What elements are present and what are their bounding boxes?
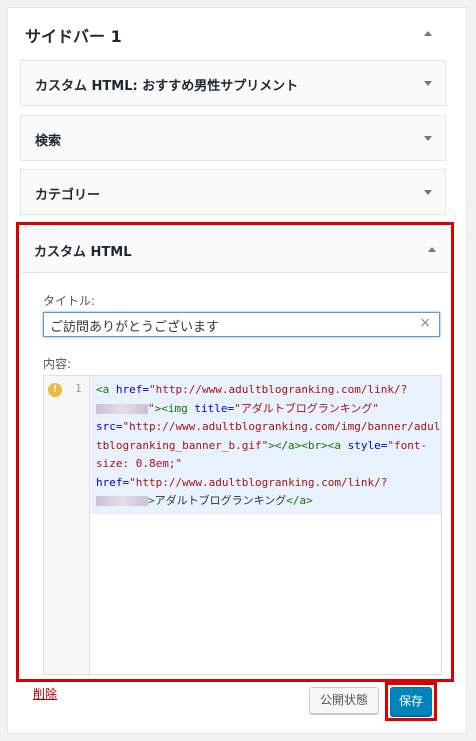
widget-custom-html-supplement[interactable]: カスタム HTML: おすすめ男性サプリメント (20, 60, 446, 106)
save-button-highlight: 保存 (385, 682, 437, 721)
widget-title: カスタム HTML: おすすめ男性サプリメント (35, 79, 299, 94)
collapse-arrow-icon[interactable] (424, 31, 432, 36)
content-label: 内容: (43, 357, 72, 371)
editor-gutter: ! 1 (44, 376, 90, 674)
collapse-arrow-icon[interactable] (428, 247, 436, 252)
sidebar-title: サイドバー 1 (25, 27, 122, 46)
expand-arrow-icon[interactable] (424, 190, 432, 195)
line-number: 1 (75, 382, 82, 395)
save-button[interactable]: 保存 (390, 687, 432, 716)
widget-title: 検索 (35, 134, 62, 149)
expand-arrow-icon[interactable] (424, 81, 432, 86)
widget-title: カスタム HTML (34, 245, 132, 260)
sidebar-panel: サイドバー 1 カスタム HTML: おすすめ男性サプリメント 検索 カテゴリー… (7, 7, 467, 734)
delete-link[interactable]: 削除 (33, 685, 57, 702)
redacted-block (96, 403, 148, 414)
title-input[interactable]: ご訪問ありがとうございます × (43, 312, 440, 337)
widget-custom-html-open: カスタム HTML タイトル: ご訪問ありがとうございます × 内容: ! 1 … (16, 222, 454, 682)
clear-icon[interactable]: × (419, 315, 431, 331)
sidebar-header[interactable]: サイドバー 1 (8, 8, 466, 60)
widget-header[interactable]: カスタム HTML (21, 227, 449, 273)
redacted-block (96, 496, 148, 506)
publish-status-button[interactable]: 公開状態 (309, 687, 379, 714)
expand-arrow-icon[interactable] (424, 136, 432, 141)
title-label: タイトル: (43, 294, 96, 308)
code-editor[interactable]: ! 1 <a href="http://www.adultblogranking… (43, 375, 442, 675)
widget-search[interactable]: 検索 (20, 115, 446, 161)
widget-categories[interactable]: カテゴリー (20, 169, 446, 215)
widget-title: カテゴリー (35, 188, 101, 203)
warning-icon[interactable]: ! (48, 383, 62, 397)
code-content[interactable]: <a href="http://www.adultblogranking.com… (91, 376, 441, 514)
title-input-value: ご訪問ありがとうございます (50, 320, 220, 335)
